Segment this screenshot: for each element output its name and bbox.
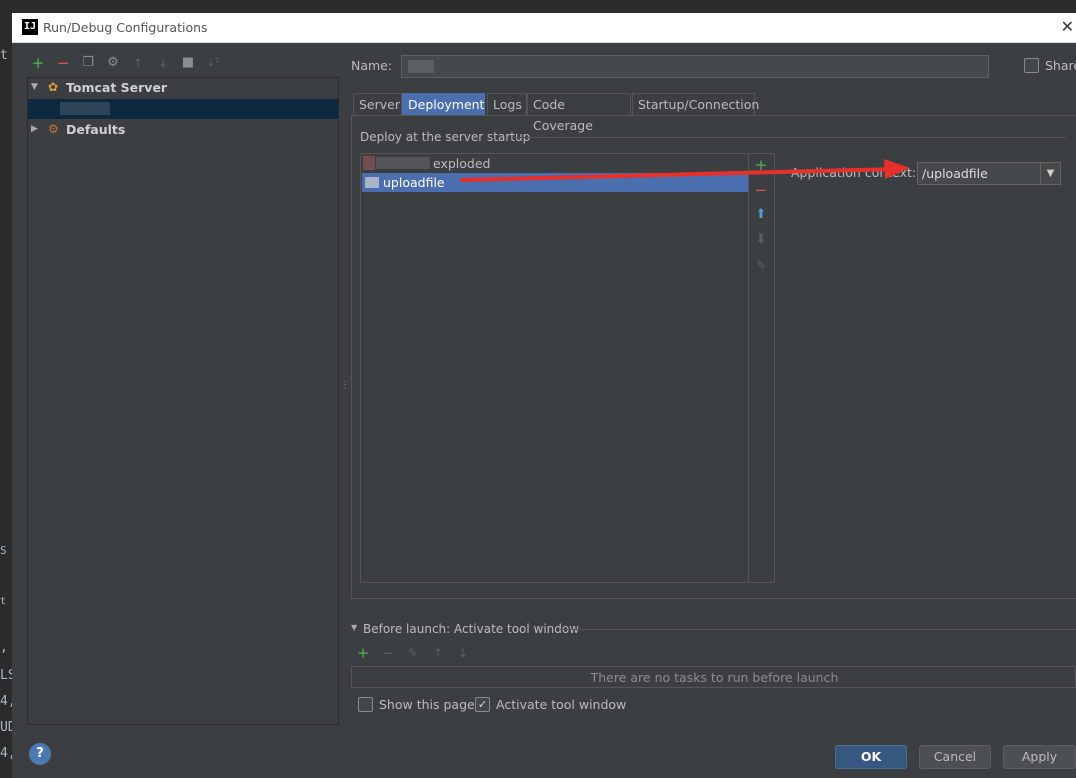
move-up-icon[interactable]: ⬆	[753, 206, 769, 224]
remove-icon[interactable]: −	[55, 54, 71, 72]
add-icon[interactable]: +	[355, 644, 371, 662]
tab-server[interactable]: Server	[353, 93, 402, 116]
deploy-section-title: Deploy at the server startup	[360, 130, 531, 144]
tree-item-label: Defaults	[66, 122, 126, 137]
artifact-label: exploded	[433, 156, 491, 171]
remove-icon[interactable]: −	[380, 644, 396, 662]
empty-tasks-message: There are no tasks to run before launch	[590, 670, 839, 685]
ok-button[interactable]: OK	[835, 745, 907, 769]
edit-pencil-icon[interactable]: ✎	[753, 256, 769, 274]
dialog-titlebar: IJ Run/Debug Configurations ✕	[12, 13, 1076, 43]
close-icon[interactable]: ✕	[1061, 17, 1074, 36]
move-down-icon[interactable]: ↓	[455, 644, 471, 662]
redacted-artifact-name	[376, 157, 430, 169]
activate-tool-window-checkbox[interactable]: ✓	[475, 697, 490, 712]
folder-icon	[365, 177, 379, 188]
edit-pencil-icon[interactable]: ✎	[405, 644, 421, 662]
editor-fragment: t Ca	[0, 596, 12, 607]
collapse-arrow-icon[interactable]: ▶	[31, 120, 38, 139]
redacted-name	[408, 60, 434, 73]
editor-fragment: LS	[0, 668, 12, 683]
move-down-icon[interactable]: ↓	[155, 54, 171, 72]
before-launch-title[interactable]: Before launch: Activate tool window	[363, 622, 579, 636]
artifact-toolbar: + − ⬆ ⬇ ✎	[748, 153, 775, 583]
move-up-icon[interactable]: ↑	[130, 54, 146, 72]
sort-icon[interactable]: ↓²	[205, 54, 221, 72]
show-this-page-label: Show this page	[379, 697, 475, 712]
add-icon[interactable]: +	[753, 156, 769, 174]
configurations-tree: ▼ ✿ Tomcat Server ▶ ⚙ Defaults	[27, 77, 339, 725]
tab-logs[interactable]: Logs	[487, 93, 527, 116]
background-editor-strip: t , LS 4, UD 4, S t Ca	[0, 0, 12, 778]
editor-fragment: S	[0, 544, 7, 557]
remove-icon[interactable]: −	[753, 181, 769, 199]
cancel-button[interactable]: Cancel	[919, 745, 991, 769]
redacted-config-name	[60, 102, 110, 115]
application-context-label: Application context:	[791, 165, 917, 180]
name-label: Name:	[351, 58, 393, 73]
dialog-title: Run/Debug Configurations	[43, 20, 208, 35]
section-divider	[512, 137, 1066, 138]
tab-deployment[interactable]: Deployment	[402, 93, 485, 116]
tomcat-icon: ✿	[48, 80, 59, 94]
wrench-icon[interactable]: ⚙	[105, 54, 121, 72]
editor-fragment: t	[0, 48, 8, 63]
name-input[interactable]	[401, 55, 989, 78]
move-up-icon[interactable]: ↑	[430, 644, 446, 662]
artifact-item-selected[interactable]: uploadfile	[362, 173, 748, 192]
editor-fragment: UD	[0, 720, 12, 735]
tree-item-tomcat-server[interactable]: ▼ ✿ Tomcat Server	[28, 78, 338, 97]
artifact-label: uploadfile	[383, 175, 445, 190]
wrench-icon: ⚙	[48, 122, 59, 136]
folder-icon[interactable]: ■	[180, 54, 196, 72]
tree-item-defaults[interactable]: ▶ ⚙ Defaults	[28, 120, 338, 139]
share-checkbox[interactable]	[1024, 58, 1039, 73]
application-context-value: /uploadfile	[922, 166, 988, 181]
application-context-combobox[interactable]: /uploadfile ▼	[917, 162, 1061, 185]
dropdown-arrow-icon[interactable]: ▼	[1040, 163, 1060, 184]
artifact-item[interactable]: exploded	[362, 154, 748, 173]
show-this-page-checkbox[interactable]	[358, 697, 373, 712]
tree-item-selected-config[interactable]	[28, 99, 338, 119]
activate-tool-window-label: Activate tool window	[496, 697, 627, 712]
editor-fragment: ,	[0, 640, 8, 655]
share-label: Share	[1045, 58, 1076, 73]
editor-fragment: 4,	[0, 694, 12, 709]
move-down-icon[interactable]: ⬇	[753, 231, 769, 249]
redacted-artifact-icon	[363, 156, 375, 170]
tab-code-coverage[interactable]: Code Coverage	[527, 93, 631, 133]
artifact-list: exploded uploadfile	[360, 153, 749, 583]
before-launch-task-list: There are no tasks to run before launch	[351, 666, 1076, 688]
splitter-handle[interactable]: ⋮	[340, 380, 350, 391]
collapse-arrow-icon[interactable]: ▼	[351, 623, 357, 632]
tab-startup-connection[interactable]: Startup/Connection	[632, 93, 759, 116]
add-icon[interactable]: +	[30, 54, 46, 72]
copy-icon[interactable]: ❐	[80, 54, 96, 72]
help-icon[interactable]: ?	[29, 743, 51, 765]
tree-item-label: Tomcat Server	[66, 80, 168, 95]
section-divider	[560, 629, 1076, 630]
expand-arrow-icon[interactable]: ▼	[31, 78, 38, 97]
intellij-app-icon: IJ	[22, 19, 38, 35]
editor-fragment: 4,	[0, 746, 12, 761]
apply-button[interactable]: Apply	[1003, 745, 1076, 769]
